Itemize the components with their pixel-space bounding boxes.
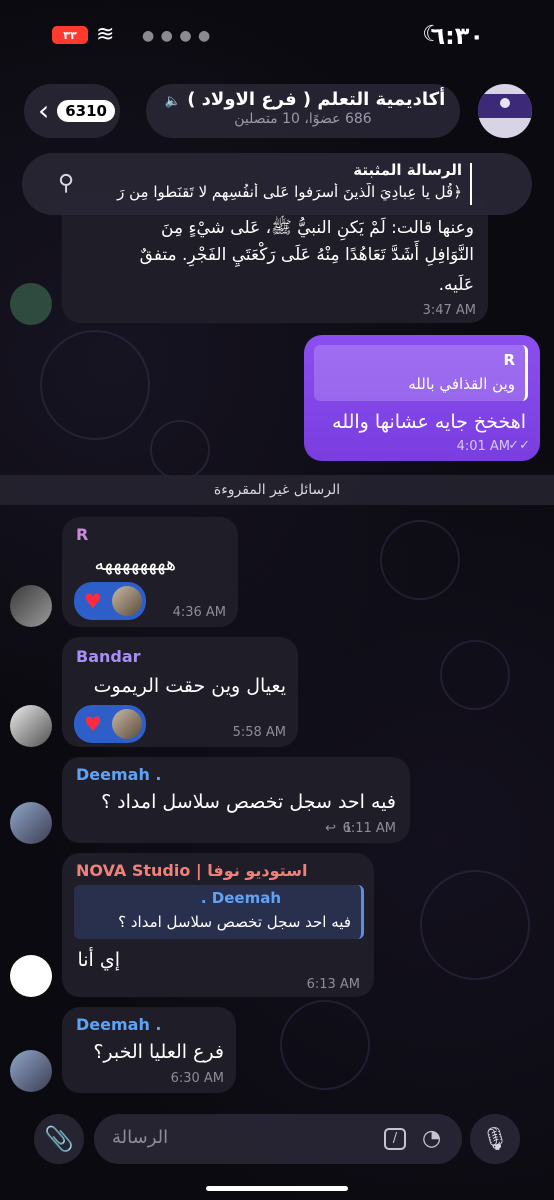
message-time: 6:30 AM (170, 1071, 224, 1086)
message-text: إي أنا (77, 949, 120, 971)
reaction-avatar (111, 709, 142, 739)
message-text: عَلَيه. (438, 275, 474, 295)
chat-title-pill[interactable]: أكاديمية التعلم ( فرع الاولاد ) 🔈 686 عض… (146, 84, 460, 138)
reply-quote[interactable]: R وين القذافي بالله (314, 345, 528, 401)
message-bubble[interactable]: Deemah . فرع العليا الخبر؟ 6:30 AM (62, 1007, 236, 1093)
read-checks-icon: ✓✓ (508, 438, 530, 453)
back-button[interactable]: ‹ 6310 (24, 84, 120, 138)
message-time: 4:36 AM (172, 605, 226, 620)
reply-quote[interactable]: Deemah . فيه احد سجل تخصص سلاسل امداد ؟ (74, 885, 364, 939)
message-text: اهخخخ جايه عشانها والله (332, 411, 526, 433)
pinned-message-bar[interactable]: الرسالة المثبتة ﴿قُل يا عِبادِيَ الَّذين… (22, 153, 532, 215)
bg-doodle (380, 520, 460, 600)
reaction-chip[interactable]: ♥ (74, 582, 146, 620)
status-bar: ٣٣ ≋ ● ● ● ● ☾ ٦:٣٠ (0, 0, 554, 70)
microphone-button[interactable]: 🎙 (470, 1114, 520, 1164)
sender-avatar[interactable] (10, 283, 52, 325)
signal-dots-icon: ● ● ● ● (142, 28, 212, 44)
quote-author: R (503, 351, 515, 369)
message-time: 4:01 AM (456, 439, 510, 454)
message-text: فيه احد سجل تخصص سلاسل امداد ؟ (101, 791, 396, 813)
pinned-text: ﴿قُل يا عِبادِيَ الَّذينَ أَسرَفوا عَلى … (117, 183, 462, 201)
message-bubble[interactable]: Deemah . فيه احد سجل تخصص سلاسل امداد ؟ … (62, 757, 410, 843)
bg-doodle (420, 870, 530, 980)
reply-arrow-icon[interactable]: ↩ (325, 821, 336, 836)
reaction-avatar (111, 586, 142, 616)
message-time: 5:58 AM (232, 725, 286, 740)
message-text: ههههههههه (94, 553, 176, 575)
group-avatar-logo (500, 98, 510, 108)
bot-commands-icon[interactable]: / (384, 1128, 406, 1150)
sender-name[interactable]: Deemah . (76, 765, 162, 784)
heart-icon: ♥ (84, 589, 102, 613)
wifi-icon: ≋ (96, 22, 115, 47)
message-time: 3:47 AM (422, 303, 476, 318)
chat-title: أكاديمية التعلم ( فرع الاولاد ) (187, 89, 446, 110)
sender-name[interactable]: Deemah . (76, 1015, 162, 1034)
sender-name[interactable]: NOVA Studio | استوديو نوفا (76, 861, 307, 880)
sender-name[interactable]: Bandar (76, 647, 141, 666)
sender-avatar[interactable] (10, 802, 52, 844)
chat-subtitle: 686 عضوًا، 10 متصلين (234, 111, 372, 127)
outgoing-message-bubble[interactable]: R وين القذافي بالله اهخخخ جايه عشانها وا… (304, 335, 540, 461)
heart-icon: ♥ (84, 712, 102, 736)
chat-title-row: أكاديمية التعلم ( فرع الاولاد ) 🔈 (146, 89, 460, 110)
sender-name[interactable]: R (76, 525, 88, 544)
sender-avatar[interactable] (10, 955, 52, 997)
message-text: فرع العليا الخبر؟ (93, 1041, 224, 1063)
paperclip-icon: 📎 (44, 1125, 74, 1153)
message-input[interactable]: الرسالة / ◔ (94, 1114, 462, 1164)
schedule-icon[interactable]: ◔ (422, 1126, 441, 1151)
muted-icon: 🔈 (164, 94, 181, 109)
status-time: ٦:٣٠ (430, 22, 484, 50)
pinned-accent-bar (470, 163, 472, 205)
quote-author: Deemah . (200, 889, 281, 907)
message-bubble[interactable]: NOVA Studio | استوديو نوفا Deemah . فيه … (62, 853, 374, 997)
sender-avatar[interactable] (10, 705, 52, 747)
message-text: يعيال وين حقت الريموت (93, 675, 286, 697)
group-avatar[interactable] (478, 84, 532, 138)
chevron-left-icon: ‹ (38, 94, 50, 127)
bg-doodle (280, 1000, 370, 1090)
message-bubble[interactable]: R ههههههههه ♥ 4:36 AM (62, 517, 238, 627)
reaction-chip[interactable]: ♥ (74, 705, 146, 743)
quote-text: وين القذافي بالله (408, 375, 515, 393)
unread-count-badge: 6310 (57, 100, 115, 122)
message-time: 6:13 AM (306, 977, 360, 992)
message-text: النَّوَافِلِ أَشَدَّ تَعَاهُدًا مِنْهُ ع… (139, 245, 474, 265)
pinned-label: الرسالة المثبتة (353, 161, 462, 179)
bg-doodle (440, 640, 510, 710)
sender-avatar[interactable] (10, 585, 52, 627)
message-text: وعنها قالت: لَمْ يَكنِ النبيُّ ﷺ، عَلى ش… (161, 218, 474, 238)
battery-icon: ٣٣ (52, 26, 88, 44)
battery-level: ٣٣ (63, 28, 77, 42)
microphone-icon: 🎙 (481, 1126, 509, 1152)
message-input-placeholder: الرسالة (112, 1127, 169, 1148)
quote-text: فيه احد سجل تخصص سلاسل امداد ؟ (118, 913, 351, 931)
message-bubble[interactable]: Bandar يعيال وين حقت الريموت ♥ 5:58 AM (62, 637, 298, 747)
attach-button[interactable]: 📎 (34, 1114, 84, 1164)
bg-doodle (150, 420, 210, 480)
bg-doodle (40, 330, 150, 440)
pin-list-icon[interactable]: ⚲ (58, 171, 74, 196)
unread-messages-divider: الرسائل غير المقروءة (0, 475, 554, 505)
message-time: 6:11 AM (342, 821, 396, 836)
sender-avatar[interactable] (10, 1050, 52, 1092)
home-indicator (206, 1186, 348, 1191)
